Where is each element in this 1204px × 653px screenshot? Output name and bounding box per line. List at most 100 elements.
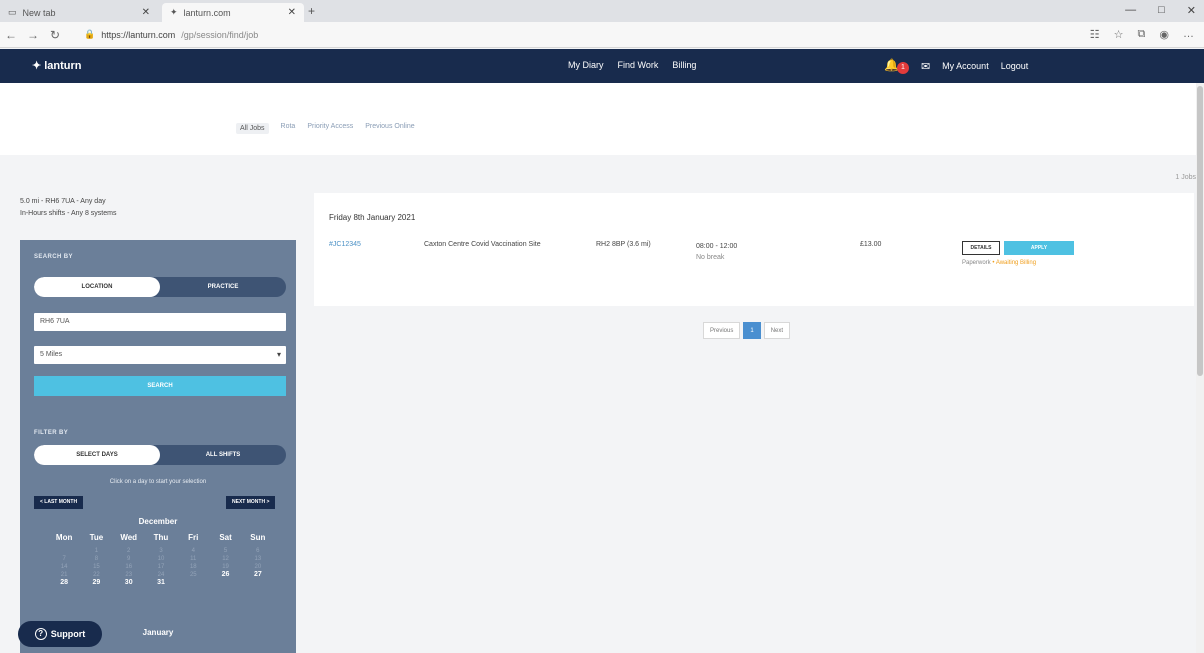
calendar-day: 3: [159, 548, 163, 554]
browser-toolbar-icons: ☷ ☆ ⧉ ◉ …: [1090, 28, 1194, 41]
more-icon[interactable]: …: [1183, 28, 1194, 41]
support-label: Support: [50, 629, 86, 639]
tab-page-icon: ▭: [8, 7, 17, 17]
support-button[interactable]: ? Support: [18, 621, 102, 647]
details-button[interactable]: DETAILS: [962, 241, 1000, 255]
status-billing: Awaiting Billing: [995, 260, 1037, 266]
filters-summary-line: 5.0 mi - RH6 7UA - Any day: [20, 198, 106, 205]
forward-icon[interactable]: →: [22, 28, 44, 42]
browser-tab-lanturn[interactable]: ✦ lanturn.com ✕: [162, 3, 304, 22]
weekday-label: Thu: [153, 533, 169, 542]
weekday-label: Sat: [219, 533, 232, 542]
calendar-day-selectable[interactable]: 29: [80, 579, 112, 587]
refresh-icon[interactable]: ↻: [44, 28, 66, 42]
calendar-day-selectable[interactable]: 26: [209, 571, 241, 579]
filter-all-shifts[interactable]: ALL SHIFTS: [160, 445, 286, 465]
pagination-next[interactable]: Next: [763, 322, 791, 339]
calendar-day: 15: [93, 564, 100, 570]
job-tabs: All Jobs Rota Priority Access Previous O…: [236, 123, 415, 134]
nav-find-work[interactable]: Find Work: [618, 60, 659, 70]
calendar-day: 20: [254, 564, 262, 570]
tab-all-jobs[interactable]: All Jobs: [236, 123, 269, 134]
mail-icon[interactable]: ✉: [921, 60, 930, 73]
job-time-note: No break: [696, 254, 725, 261]
weekday-label: Wed: [120, 533, 138, 542]
logo-text: lanturn: [44, 59, 82, 72]
nav-my-account[interactable]: My Account: [942, 61, 989, 71]
tab-label: New tab: [22, 7, 56, 18]
filter-select-days[interactable]: SELECT DAYS: [34, 445, 160, 465]
app-logo[interactable]: ✦ lanturn: [32, 59, 82, 73]
calendar-day: 16: [125, 564, 133, 570]
notifications-button[interactable]: 🔔 1: [884, 58, 909, 74]
apply-button[interactable]: APPLY: [1004, 241, 1074, 255]
lock-icon: 🔒: [84, 29, 96, 39]
calendar-month-title: December: [138, 517, 178, 526]
minimize-icon[interactable]: —: [1125, 4, 1136, 17]
chevron-down-icon: ▾: [276, 350, 281, 359]
calendar-days: 1 2 3 4 5 6 7 8 9 10 11 12 13 14 15 16 17 18 19 20 21 22 23 24 2…: [48, 547, 274, 587]
calendar-grid: Mon Tue Wed Thu Fri Sat Sun: [48, 533, 274, 542]
nav-my-diary[interactable]: My Diary: [568, 60, 604, 70]
sub-header: All Jobs Rota Priority Access Previous O…: [0, 83, 1204, 155]
close-window-icon[interactable]: ✕: [1187, 4, 1196, 17]
main-nav-links: My Diary Find Work Billing: [568, 60, 696, 70]
address-bar: ← → ↻ 🔒 https://lanturn.com/gp/session/f…: [0, 22, 1204, 48]
nav-logout[interactable]: Logout: [1001, 61, 1029, 71]
url-field[interactable]: 🔒 https://lanturn.com/gp/session/find/jo…: [84, 29, 258, 40]
tab-rota[interactable]: Rota: [281, 123, 296, 134]
nav-billing[interactable]: Billing: [672, 60, 696, 70]
filter-by-toggle: SELECT DAYS ALL SHIFTS: [34, 445, 286, 465]
job-rate: £13.00: [860, 241, 882, 248]
weekday-label: Sun: [250, 533, 266, 542]
tab-previous-online[interactable]: Previous Online: [365, 123, 414, 134]
search-by-toggle: LOCATION PRACTICE: [34, 277, 286, 297]
calendar-day: 1: [94, 548, 99, 554]
pagination-previous[interactable]: Previous: [703, 322, 741, 339]
calendar-day: 22: [93, 572, 100, 578]
next-month-button[interactable]: NEXT MONTH >: [226, 496, 276, 509]
search-by-practice[interactable]: PRACTICE: [160, 277, 286, 297]
window-controls: — □ ✕: [1125, 4, 1196, 17]
calendar-day: 14: [60, 564, 68, 570]
status-paperwork: Paperwork: [962, 260, 991, 266]
job-status: Paperwork • Awaiting Billing: [962, 260, 1036, 266]
calendar-day-selectable[interactable]: 28: [48, 579, 80, 587]
browser-tab-newtab[interactable]: ▭ New tab ✕: [0, 3, 158, 22]
calendar-day: 11: [190, 556, 197, 562]
distance-value: 5 Miles: [40, 351, 63, 358]
calendar-day: [48, 547, 80, 555]
tab-priority-access[interactable]: Priority Access: [307, 123, 353, 134]
calendar-day: 25: [189, 572, 197, 578]
pagination-page[interactable]: 1: [743, 322, 761, 339]
calendar-day: 23: [125, 572, 133, 578]
job-ref-link[interactable]: #JC12345: [329, 241, 361, 248]
reader-icon[interactable]: ☷: [1090, 28, 1100, 41]
search-button[interactable]: SEARCH: [34, 376, 286, 396]
collections-icon[interactable]: ⧉: [1138, 28, 1146, 41]
back-icon[interactable]: ←: [0, 28, 22, 42]
calendar-day: 4: [191, 548, 195, 554]
close-tab-icon[interactable]: ✕: [288, 7, 296, 18]
calendar-day: 5: [223, 548, 228, 554]
maximize-icon[interactable]: □: [1158, 4, 1165, 17]
calendar-day-selectable[interactable]: 31: [145, 579, 177, 587]
calendar-day-selectable[interactable]: 27: [242, 571, 274, 579]
distance-select[interactable]: 5 Miles ▾: [34, 346, 286, 364]
favorite-icon[interactable]: ☆: [1114, 28, 1124, 41]
scrollbar-thumb[interactable]: [1197, 86, 1203, 376]
last-month-button[interactable]: < LAST MONTH: [34, 496, 84, 509]
calendar-day: 8: [94, 556, 99, 562]
calendar-day: 13: [254, 556, 262, 562]
lanturn-logo-icon: ✦: [170, 7, 178, 17]
profile-icon[interactable]: ◉: [1159, 28, 1169, 41]
close-tab-icon[interactable]: ✕: [142, 7, 150, 18]
notification-badge: 1: [896, 62, 909, 74]
app-top-nav: ✦ lanturn My Diary Find Work Billing 🔔 1 …: [0, 49, 1204, 83]
postcode-input[interactable]: RH6 7UA: [34, 313, 286, 331]
calendar-day-selectable[interactable]: 30: [113, 579, 145, 587]
new-tab-icon[interactable]: +: [308, 4, 315, 18]
search-by-location[interactable]: LOCATION: [34, 277, 160, 297]
calendar-day: 19: [222, 564, 229, 570]
calendar-day: 6: [256, 548, 260, 554]
